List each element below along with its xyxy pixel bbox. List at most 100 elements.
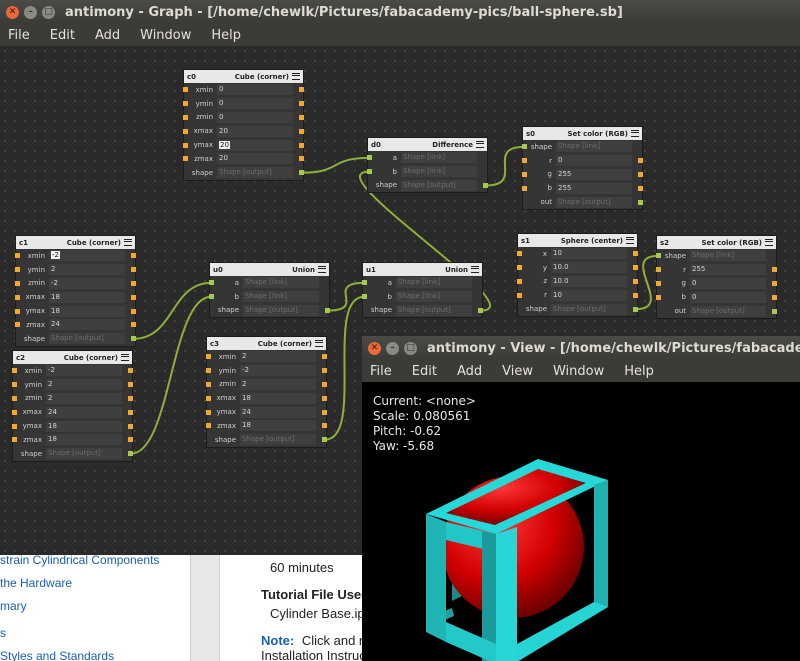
sidebar-link[interactable]: s xyxy=(0,626,6,640)
param-field[interactable]: -2 xyxy=(46,365,122,377)
param-field[interactable]: Shape [output] xyxy=(556,196,632,208)
node-header[interactable]: u0 Union xyxy=(210,263,329,276)
view-titlebar[interactable]: ✕ – □ antimony - View - [/home/chewlk/Pi… xyxy=(362,336,800,360)
input-port-icon[interactable] xyxy=(183,101,188,107)
input-port-icon[interactable] xyxy=(12,395,17,401)
node-header[interactable]: s1 Sphere (center) xyxy=(518,234,637,247)
param-field[interactable]: 10 xyxy=(551,289,627,301)
graph-titlebar[interactable]: ✕ – □ antimony - Graph - [/home/chewlk/P… xyxy=(0,0,800,24)
output-port-icon[interactable] xyxy=(128,409,133,415)
input-port-icon[interactable] xyxy=(12,423,17,429)
input-port-icon[interactable] xyxy=(209,280,214,286)
param-field[interactable]: 0 xyxy=(690,277,766,289)
input-port-icon[interactable] xyxy=(367,169,372,175)
param-field[interactable]: 2 xyxy=(240,351,316,363)
node-header[interactable]: s2 Set color (RGB) xyxy=(657,236,776,249)
param-field[interactable]: 255 xyxy=(556,168,632,180)
param-field[interactable]: 18 xyxy=(240,392,316,404)
output-port-icon[interactable] xyxy=(299,142,304,148)
menu-add[interactable]: Add xyxy=(447,364,492,379)
menu-icon[interactable] xyxy=(121,354,129,361)
param-field[interactable]: 2 xyxy=(49,264,125,276)
param-field[interactable]: Shape [link] xyxy=(556,141,632,153)
output-port-icon[interactable] xyxy=(633,251,638,257)
param-field[interactable]: -2 xyxy=(240,365,316,377)
node-header[interactable]: c0 Cube (corner) xyxy=(184,70,303,83)
node-header[interactable]: u1 Union xyxy=(363,263,482,276)
output-port-icon[interactable] xyxy=(128,382,133,388)
param-field[interactable]: Shape [link] xyxy=(401,152,477,164)
input-port-icon[interactable] xyxy=(206,381,211,387)
param-field[interactable]: Shape [link] xyxy=(396,291,472,303)
param-field[interactable]: -2 xyxy=(49,277,125,289)
minimize-icon[interactable]: – xyxy=(386,341,399,355)
close-icon[interactable]: ✕ xyxy=(6,5,19,19)
input-port-icon[interactable] xyxy=(15,308,20,314)
output-port-icon[interactable] xyxy=(638,158,643,164)
node-c2[interactable]: c2 Cube (corner) xmin -2 ymin 2 zmin 2 xmax 24 yma… xyxy=(12,350,133,462)
param-field[interactable]: 18 xyxy=(49,305,125,317)
menu-help[interactable]: Help xyxy=(614,364,664,379)
menu-icon[interactable] xyxy=(631,130,639,137)
node-d0[interactable]: d0 Difference a Shape [link] b Shape [link] sh… xyxy=(367,137,488,194)
output-port-icon[interactable] xyxy=(772,294,777,300)
menu-file[interactable]: File xyxy=(0,28,40,43)
output-port-icon[interactable] xyxy=(299,170,304,176)
param-field[interactable]: Shape [output] xyxy=(690,305,766,317)
input-port-icon[interactable] xyxy=(522,158,527,164)
param-field[interactable]: 255 xyxy=(690,264,766,276)
menu-view[interactable]: View xyxy=(492,364,543,379)
output-port-icon[interactable] xyxy=(131,336,136,342)
param-field[interactable]: 10.0 xyxy=(551,275,627,287)
param-field[interactable]: 18 xyxy=(46,420,122,432)
input-port-icon[interactable] xyxy=(206,423,211,429)
param-field[interactable]: 2 xyxy=(46,392,122,404)
maximize-icon[interactable]: □ xyxy=(42,5,55,19)
output-port-icon[interactable] xyxy=(299,101,304,107)
input-port-icon[interactable] xyxy=(209,294,214,300)
input-port-icon[interactable] xyxy=(206,409,211,415)
maximize-icon[interactable]: □ xyxy=(404,341,417,355)
node-header[interactable]: c1 Cube (corner) xyxy=(16,236,135,249)
param-field[interactable]: Shape [output] xyxy=(396,304,472,316)
input-port-icon[interactable] xyxy=(517,278,522,284)
output-port-icon[interactable] xyxy=(322,395,327,401)
output-port-icon[interactable] xyxy=(128,395,133,401)
input-port-icon[interactable] xyxy=(12,382,17,388)
menu-icon[interactable] xyxy=(315,340,323,347)
input-port-icon[interactable] xyxy=(12,437,17,443)
param-field[interactable]: Shape [output] xyxy=(401,179,477,191)
menu-help[interactable]: Help xyxy=(201,28,251,43)
node-header[interactable]: d0 Difference xyxy=(368,138,487,151)
input-port-icon[interactable] xyxy=(656,267,661,273)
param-field[interactable]: Shape [output] xyxy=(240,434,316,446)
param-field[interactable]: -2 xyxy=(49,250,125,262)
param-field[interactable]: 20 xyxy=(217,139,293,151)
node-header[interactable]: c3 Cube (corner) xyxy=(207,337,326,350)
output-port-icon[interactable] xyxy=(633,306,638,312)
node-s1[interactable]: s1 Sphere (center) x 10 y 10.0 z 10.0 r 10 shape Sh… xyxy=(517,233,638,317)
input-port-icon[interactable] xyxy=(656,294,661,300)
menu-window[interactable]: Window xyxy=(130,28,201,43)
output-port-icon[interactable] xyxy=(633,292,638,298)
input-port-icon[interactable] xyxy=(517,265,522,271)
param-field[interactable]: 24 xyxy=(240,406,316,418)
output-port-icon[interactable] xyxy=(299,114,304,120)
output-port-icon[interactable] xyxy=(483,182,488,188)
input-port-icon[interactable] xyxy=(517,292,522,298)
param-field[interactable]: 10 xyxy=(551,248,627,260)
input-port-icon[interactable] xyxy=(15,280,20,286)
param-field[interactable]: Shape [link] xyxy=(243,291,319,303)
output-port-icon[interactable] xyxy=(131,294,136,300)
input-port-icon[interactable] xyxy=(12,409,17,415)
input-port-icon[interactable] xyxy=(522,171,527,177)
input-port-icon[interactable] xyxy=(206,354,211,360)
sidebar-link[interactable]: strain Cylindrical Components xyxy=(0,553,159,567)
node-s0[interactable]: s0 Set color (RGB) shape Shape [link] r 0 g 255… xyxy=(522,126,643,210)
input-port-icon[interactable] xyxy=(206,368,211,374)
output-port-icon[interactable] xyxy=(131,280,136,286)
sidebar-link[interactable]: the Hardware xyxy=(0,576,72,590)
sidebar-link[interactable]: Styles and Standards xyxy=(0,649,114,661)
output-port-icon[interactable] xyxy=(131,267,136,273)
selected-value[interactable]: -2 xyxy=(51,251,60,260)
